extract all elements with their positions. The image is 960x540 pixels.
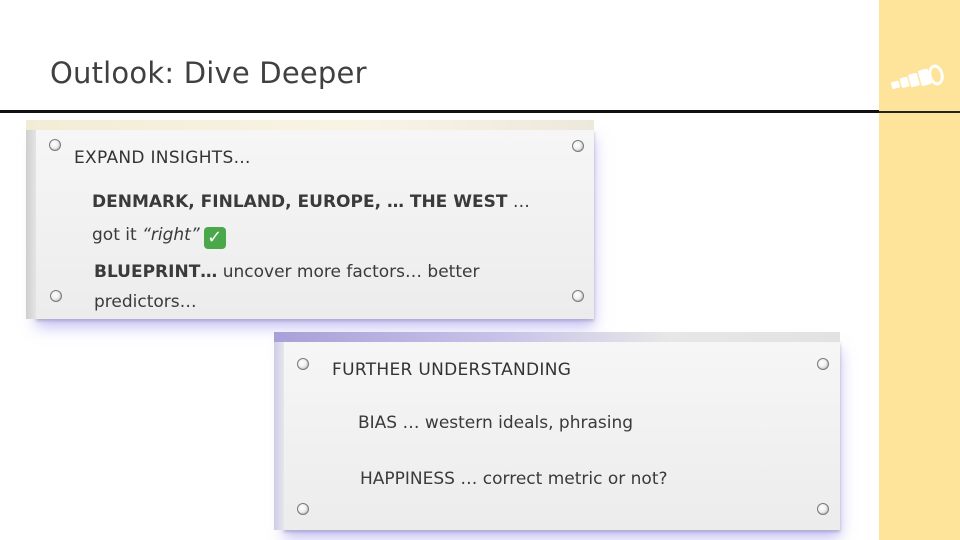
happiness-text: … correct metric or not? [454,469,668,489]
right-quote: “right” [142,225,200,245]
telescope-logo-icon [891,64,944,89]
bias-text: … western ideals, phrasing [397,413,634,433]
card-heading: FURTHER UNDERSTANDING [332,360,572,380]
rivet-icon [572,290,584,302]
blueprint-line: BLUEPRINT… uncover more factors… better [94,257,479,287]
rivet-icon [817,503,829,515]
blueprint-text: uncover more factors… better [217,262,480,282]
got-it-text: got it [92,225,143,245]
rivet-icon [572,140,584,152]
bias-label: BIAS [358,413,398,433]
title-divider-extension [879,111,960,113]
happiness-label: HAPPINESS [360,469,455,489]
card-left-edge [274,342,284,530]
rivet-icon [50,290,62,302]
rivet-icon [297,503,309,515]
regions-label: DENMARK, FINLAND, EUROPE, … THE WEST [92,192,508,212]
regions-line: DENMARK, FINLAND, EUROPE, … THE WEST … [92,187,530,217]
bias-line: BIAS … western ideals, phrasing [358,408,633,438]
happiness-line: HAPPINESS … correct metric or not? [360,464,668,494]
rivet-icon [817,358,829,370]
further-understanding-card: FURTHER UNDERSTANDING BIAS … western ide… [274,332,840,530]
rivet-icon [49,139,61,151]
card-left-edge [26,130,36,319]
regions-ellipsis: … [507,192,530,212]
rivet-icon [297,358,309,370]
slide-title: Outlook: Dive Deeper [50,56,367,90]
card-top-edge [26,120,594,130]
predictors-line: predictors… [94,292,197,312]
card-top-edge [274,332,840,342]
got-it-right-line: got it “right” ✓ [92,220,226,250]
check-mark-icon: ✓ [203,227,226,249]
card-heading: EXPAND INSIGHTS… [74,148,251,168]
expand-insights-card: EXPAND INSIGHTS… DENMARK, FINLAND, EUROP… [26,120,594,319]
blueprint-label: BLUEPRINT… [94,262,218,282]
title-divider [0,110,879,113]
